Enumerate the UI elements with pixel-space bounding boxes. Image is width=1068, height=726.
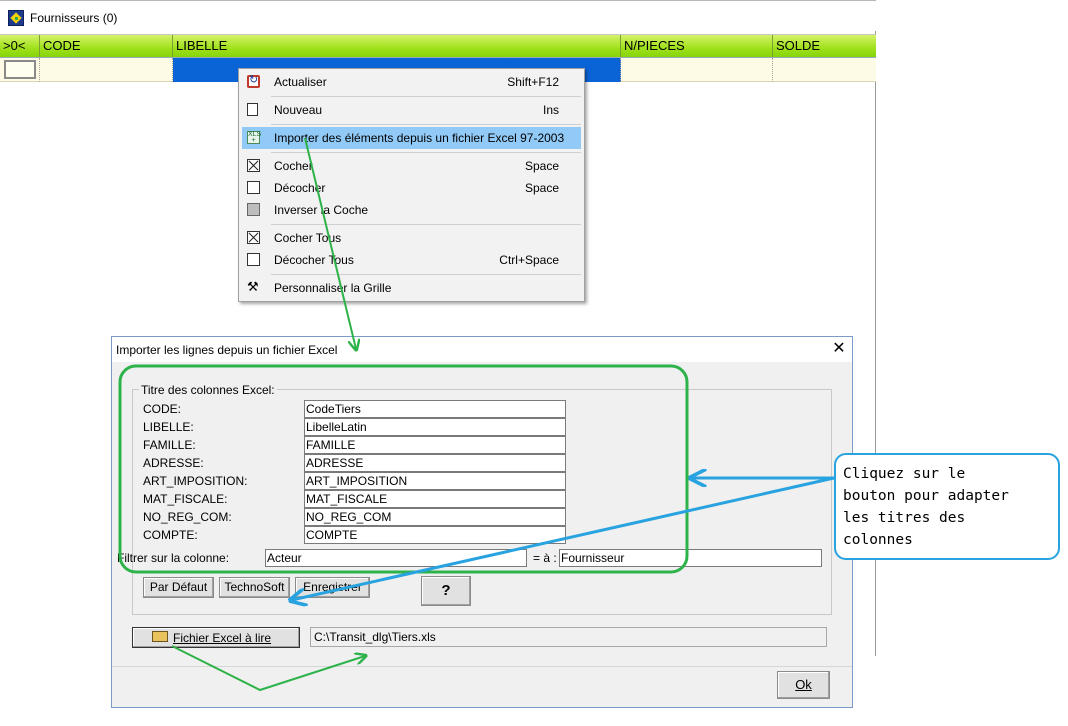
unchecked-box-icon [247,253,260,266]
refresh-icon [247,73,260,88]
table-cell-npieces[interactable] [621,58,773,82]
callout-line: bouton pour adapter [843,488,1009,504]
menu-item-decocher-tous[interactable]: Décocher Tous Ctrl+Space [242,249,581,271]
field-input-compte[interactable]: COMPTE [304,526,566,544]
field-input-art-imposition[interactable]: ART_IMPOSITION [304,472,566,490]
menu-item-personnaliser[interactable]: ⚒ Personnaliser la Grille [242,277,581,299]
invert-check-icon [247,203,260,216]
ok-button[interactable]: Ok [777,671,830,699]
field-label-famille: FAMILLE: [143,438,196,452]
table-cell-check[interactable] [0,58,40,82]
row-checkbox[interactable] [4,60,36,79]
menu-separator [271,124,581,125]
menu-item-shortcut: Space [524,181,559,195]
excel-import-icon: XLS + [247,131,262,144]
menu-item-shortcut: Shift+F12 [507,75,559,89]
menu-item-shortcut: Ctrl+Space [499,253,559,267]
menu-item-label: Décocher Tous [274,253,354,267]
filter-value-input[interactable]: Fournisseur [559,549,822,567]
callout-line: colonnes [843,532,913,548]
menu-item-label: Décocher [274,181,326,195]
field-label-code: CODE: [143,402,182,416]
group-title: Titre des colonnes Excel: [139,383,277,397]
menu-item-cocher-tous[interactable]: Cocher Tous [242,227,581,249]
menu-item-label: Nouveau [274,103,323,117]
grid-header: >0< CODE LIBELLE N/PIECES SOLDE [0,34,876,58]
column-header-solde[interactable]: SOLDE [773,35,876,57]
context-menu: Actualiser Shift+F12 Nouveau Ins XLS+ Im… [238,68,585,302]
field-label-art-imposition: ART_IMPOSITION: [143,474,248,488]
field-label-adresse: ADRESSE: [143,456,204,470]
menu-item-label: Inverser la Coche [274,203,369,217]
menu-item-label: Importer des éléments depuis un fichier … [274,131,565,145]
file-path-field[interactable]: C:\Transit_dlg\Tiers.xls [310,627,827,647]
menu-separator [271,152,581,153]
menu-item-label: Personnaliser la Grille [274,281,392,295]
window-titlebar: Fournisseurs (0) [0,1,876,31]
filter-equals-label: = à : [533,551,557,565]
callout-line: les titres des [843,510,966,526]
field-input-libelle[interactable]: LibelleLatin [304,418,566,436]
field-input-adresse[interactable]: ADRESSE [304,454,566,472]
annotation-callout: Cliquez sur le bouton pour adapter les t… [834,453,1060,560]
menu-item-nouveau[interactable]: Nouveau Ins [242,99,581,121]
menu-item-cocher[interactable]: Cocher Space [242,155,581,177]
menu-separator [271,224,581,225]
table-cell-solde[interactable] [773,58,876,82]
menu-item-label: Cocher Tous [274,231,342,245]
menu-item-actualiser[interactable]: Actualiser Shift+F12 [242,71,581,93]
dialog-title: Importer les lignes depuis un fichier Ex… [116,343,338,357]
field-input-famille[interactable]: FAMILLE [304,436,566,454]
field-label-no-reg-com: NO_REG_COM: [143,510,232,524]
help-button[interactable]: ? [421,576,471,606]
import-dialog: Importer les lignes depuis un fichier Ex… [111,336,853,708]
menu-item-shortcut: Space [524,159,559,173]
dialog-divider [112,666,852,667]
table-cell-code[interactable] [40,58,173,82]
menu-item-shortcut: Ins [542,103,559,117]
field-label-mat-fiscale: MAT_FISCALE: [143,492,228,506]
column-header-libelle[interactable]: LIBELLE [173,35,621,57]
checked-box-icon [247,159,260,172]
close-icon[interactable]: ✕ [829,339,849,359]
checked-box-icon [247,231,260,244]
menu-item-import-excel[interactable]: XLS + Importer des éléments depuis un fic… [242,127,581,149]
filter-column-input[interactable]: Acteur [265,549,527,567]
new-document-icon [247,103,258,116]
field-label-compte: COMPTE: [143,528,198,542]
excel-file-button[interactable]: Fichier Excel à lire [132,627,300,648]
callout-line: Cliquez sur le [843,466,966,482]
technosoft-button[interactable]: TechnoSoft [219,577,290,598]
menu-separator [271,274,581,275]
field-input-mat-fiscale[interactable]: MAT_FISCALE [304,490,566,508]
menu-item-label: Actualiser [274,75,327,89]
menu-separator [271,96,581,97]
excel-file-button-label: Fichier Excel à lire [173,631,272,645]
filter-label: Filtrer sur la colonne: [117,551,230,565]
menu-item-label: Cocher [274,159,313,173]
column-header-npieces[interactable]: N/PIECES [621,35,773,57]
column-header-code[interactable]: CODE [40,35,173,57]
tools-icon: ⚒ [247,279,259,294]
app-icon [8,10,24,26]
menu-item-inverser[interactable]: Inverser la Coche [242,199,581,221]
save-button[interactable]: Enregistrer [295,577,370,598]
unchecked-box-icon [247,181,260,194]
dialog-titlebar: Importer les lignes depuis un fichier Ex… [112,337,852,362]
field-input-no-reg-com[interactable]: NO_REG_COM [304,508,566,526]
column-header-check[interactable]: >0< [0,35,40,57]
field-input-code[interactable]: CodeTiers [304,400,566,418]
default-button[interactable]: Par Défaut [143,577,214,598]
field-label-libelle: LIBELLE: [143,420,194,434]
window-title: Fournisseurs (0) [30,11,118,25]
folder-icon [152,631,168,642]
menu-item-decocher[interactable]: Décocher Space [242,177,581,199]
